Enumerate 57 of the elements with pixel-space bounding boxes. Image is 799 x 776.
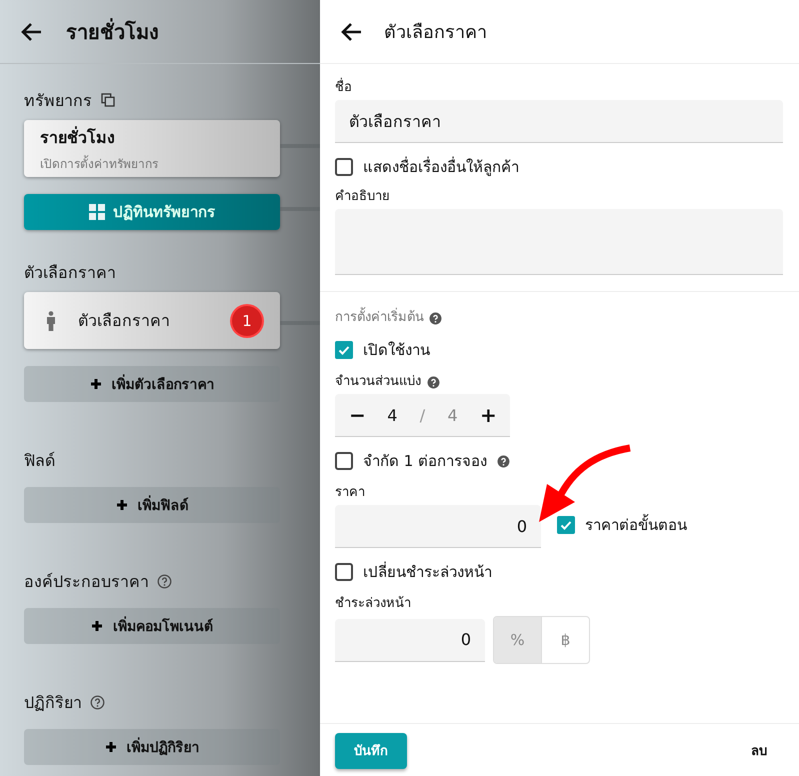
quantity-value: 4 xyxy=(387,406,398,424)
checkbox[interactable] xyxy=(335,158,353,176)
plus-icon xyxy=(104,741,116,753)
price-option-card[interactable]: ตัวเลือกราคา 1 xyxy=(24,292,280,349)
delete-button[interactable]: ลบ xyxy=(745,739,773,762)
plus-icon xyxy=(90,378,102,390)
grid-icon xyxy=(89,204,105,220)
section-heading: องค์ประกอบราคา xyxy=(24,570,149,592)
checkbox-label: เปลี่ยนชำระล่วงหน้า xyxy=(363,562,492,582)
checkbox-label: จำกัด 1 ต่อการจอง xyxy=(363,451,488,471)
add-button[interactable]: เพิ่มฟิลด์ xyxy=(24,487,280,523)
add-button[interactable]: เพิ่มตัวเลือกราคา xyxy=(24,366,280,402)
plus-icon xyxy=(91,620,103,632)
plus-button[interactable]: + xyxy=(480,403,496,427)
checkbox[interactable] xyxy=(335,341,353,359)
copy-icon xyxy=(100,92,116,108)
plus-icon xyxy=(116,499,128,511)
count-badge: 1 xyxy=(232,306,262,336)
add-button[interactable]: เพิ่มปฏิกิริยา xyxy=(24,729,280,765)
unit-toggle[interactable]: ฿ xyxy=(542,617,589,663)
section-heading: ฟิลด์ xyxy=(24,450,55,472)
card-title: รายชั่วโมง xyxy=(40,125,116,148)
field-label: จำนวนส่วนแบ่ง xyxy=(335,374,421,390)
calendar-button[interactable]: ปฏิทินทรัพยากร xyxy=(24,194,280,230)
field-label: ชื่อ xyxy=(335,80,352,96)
option-label: ตัวเลือกราคา xyxy=(78,310,170,332)
help-icon xyxy=(157,574,172,588)
card-subtitle: เปิดการตั้งค่าทรัพยากร xyxy=(40,154,159,172)
price-field[interactable]: 0 xyxy=(335,505,541,548)
add-button[interactable]: เพิ่มคอมโพเนนต์ xyxy=(24,608,280,644)
panel-title: ตัวเลือกราคา xyxy=(384,21,487,45)
help-icon xyxy=(427,376,440,388)
field-label: ชำระล่วงหน้า xyxy=(335,596,411,612)
checkbox[interactable] xyxy=(335,563,353,581)
quantity-stepper[interactable]: − 4 / 4 + xyxy=(335,394,510,437)
quantity-total: 4 xyxy=(447,406,458,424)
separator: / xyxy=(420,406,426,424)
person-icon xyxy=(46,310,56,330)
name-field[interactable]: ตัวเลือกราคา xyxy=(335,100,783,143)
resource-card[interactable]: รายชั่วโมง เปิดการตั้งค่าทรัพยากร xyxy=(24,120,280,177)
help-icon xyxy=(497,454,510,468)
panel-title: รายชั่วโมง xyxy=(66,17,159,46)
description-field[interactable] xyxy=(335,209,783,275)
minus-button[interactable]: − xyxy=(349,403,365,427)
deposit-field[interactable]: 0 xyxy=(335,618,485,662)
section-heading: ตัวเลือกราคา xyxy=(24,262,116,284)
section-heading: ปฏิกิริยา xyxy=(24,692,82,714)
help-icon xyxy=(429,312,442,324)
field-label: คำอธิบาย xyxy=(335,189,390,205)
field-label: ราคา xyxy=(335,485,365,501)
checkbox-label: ราคาต่อขั้นตอน xyxy=(585,514,687,534)
section-heading: ทรัพยากร xyxy=(24,90,92,112)
help-icon xyxy=(90,694,105,710)
checkbox[interactable] xyxy=(557,516,575,534)
checkbox-label: เปิดใช้งาน xyxy=(363,340,430,360)
checkbox-label: แสดงชื่อเรื่องอื่นให้ลูกค้า xyxy=(363,157,519,177)
checkbox[interactable] xyxy=(335,452,353,470)
